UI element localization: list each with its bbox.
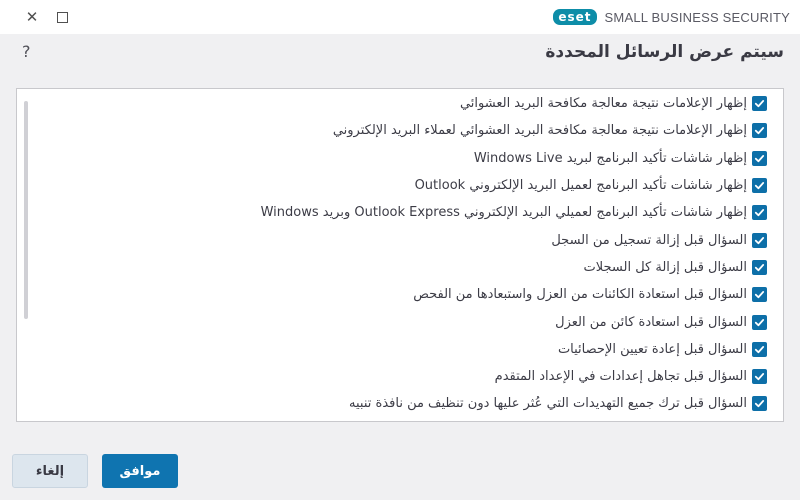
checkmark-icon <box>754 400 765 408</box>
checkbox[interactable] <box>752 205 767 221</box>
page-title: سيتم عرض الرسائل المحددة <box>545 42 784 62</box>
option-label: السؤال قبل إزالة كل السجلات <box>583 259 747 275</box>
option-label: إظهار شاشات تأكيد البرنامج لعميل البريد … <box>414 178 747 194</box>
checkmark-icon <box>754 100 765 108</box>
ok-button[interactable]: موافق <box>102 454 178 488</box>
checkbox[interactable] <box>752 396 767 412</box>
option-row[interactable]: إظهار شاشات تأكيد البرنامج لبريد Windows… <box>43 145 783 172</box>
option-label: إظهار شاشات تأكيد البرنامج لعميلي البريد… <box>260 205 747 221</box>
checkbox[interactable] <box>752 341 767 357</box>
option-label: السؤال قبل ترك جميع التهديدات التي عُثر … <box>349 396 747 412</box>
option-row[interactable]: إظهار شاشات تأكيد البرنامج لعميلي البريد… <box>43 199 783 226</box>
checkmark-icon <box>754 154 765 162</box>
option-label: إظهار الإعلامات نتيجة معالجة مكافحة البر… <box>459 96 747 112</box>
option-row[interactable]: السؤال قبل ترك جميع التهديدات التي عُثر … <box>43 390 783 417</box>
option-label: السؤال قبل إزالة تسجيل من السجل <box>551 232 747 248</box>
checkbox[interactable] <box>752 287 767 303</box>
option-label: السؤال قبل استعادة كائن من العزل <box>555 314 747 330</box>
option-label: السؤال قبل تجاهل إعدادات في الإعداد المت… <box>494 369 747 385</box>
option-row[interactable]: السؤال قبل استعادة كائن من العزل <box>43 308 783 335</box>
option-label: السؤال قبل إعادة تعيين الإحصائيات <box>557 341 747 357</box>
cancel-button[interactable]: إلغاء <box>12 454 88 488</box>
option-row[interactable]: السؤال قبل إعادة تعيين الإحصائيات <box>43 336 783 363</box>
option-row[interactable]: إظهار الإعلامات نتيجة معالجة مكافحة البر… <box>43 90 783 117</box>
checkmark-icon <box>754 236 765 244</box>
scrollbar-thumb[interactable] <box>24 101 28 319</box>
scrollbar[interactable] <box>24 101 29 407</box>
checkmark-icon <box>754 291 765 299</box>
product-name: SMALL BUSINESS SECURITY <box>604 9 790 25</box>
options-list-box: إظهار الإعلامات نتيجة معالجة مكافحة البر… <box>16 88 784 422</box>
option-label: إظهار شاشات تأكيد البرنامج لبريد Windows… <box>473 150 747 166</box>
checkmark-icon <box>754 263 765 272</box>
option-label: السؤال قبل استعادة الكائنات من العزل واس… <box>413 287 747 303</box>
option-label: إظهار الإعلامات نتيجة معالجة مكافحة البر… <box>332 123 747 139</box>
eset-logo: eset <box>553 9 597 25</box>
checkmark-icon <box>754 209 765 217</box>
close-icon[interactable]: ✕ <box>22 7 42 27</box>
option-row[interactable]: السؤال قبل إزالة كل السجلات <box>43 254 783 281</box>
checkmark-icon <box>754 345 765 353</box>
checkbox[interactable] <box>752 150 767 166</box>
checkmark-icon <box>754 127 765 135</box>
brand: eset SMALL BUSINESS SECURITY <box>553 8 790 26</box>
checkbox[interactable] <box>752 259 767 275</box>
help-icon[interactable]: ? <box>22 42 31 61</box>
checkbox[interactable] <box>752 178 767 194</box>
checkbox[interactable] <box>752 232 767 248</box>
option-row[interactable]: إظهار شاشات تأكيد البرنامج لعميل البريد … <box>43 172 783 199</box>
option-row[interactable]: السؤال قبل إزالة تسجيل من السجل <box>43 226 783 253</box>
title-bar: ✕ eset SMALL BUSINESS SECURITY <box>0 0 800 34</box>
option-row[interactable] <box>43 418 783 421</box>
checkmark-icon <box>754 182 765 190</box>
checkbox[interactable] <box>752 123 767 139</box>
checkmark-icon <box>754 373 765 381</box>
maximize-icon[interactable] <box>52 7 72 27</box>
checkbox[interactable] <box>752 314 767 330</box>
options-list: إظهار الإعلامات نتيجة معالجة مكافحة البر… <box>43 89 783 421</box>
option-row[interactable]: السؤال قبل تجاهل إعدادات في الإعداد المت… <box>43 363 783 390</box>
option-row[interactable]: السؤال قبل استعادة الكائنات من العزل واس… <box>43 281 783 308</box>
option-row[interactable]: إظهار الإعلامات نتيجة معالجة مكافحة البر… <box>43 117 783 144</box>
checkbox[interactable] <box>752 369 767 385</box>
checkmark-icon <box>754 318 765 326</box>
checkbox[interactable] <box>752 96 767 112</box>
